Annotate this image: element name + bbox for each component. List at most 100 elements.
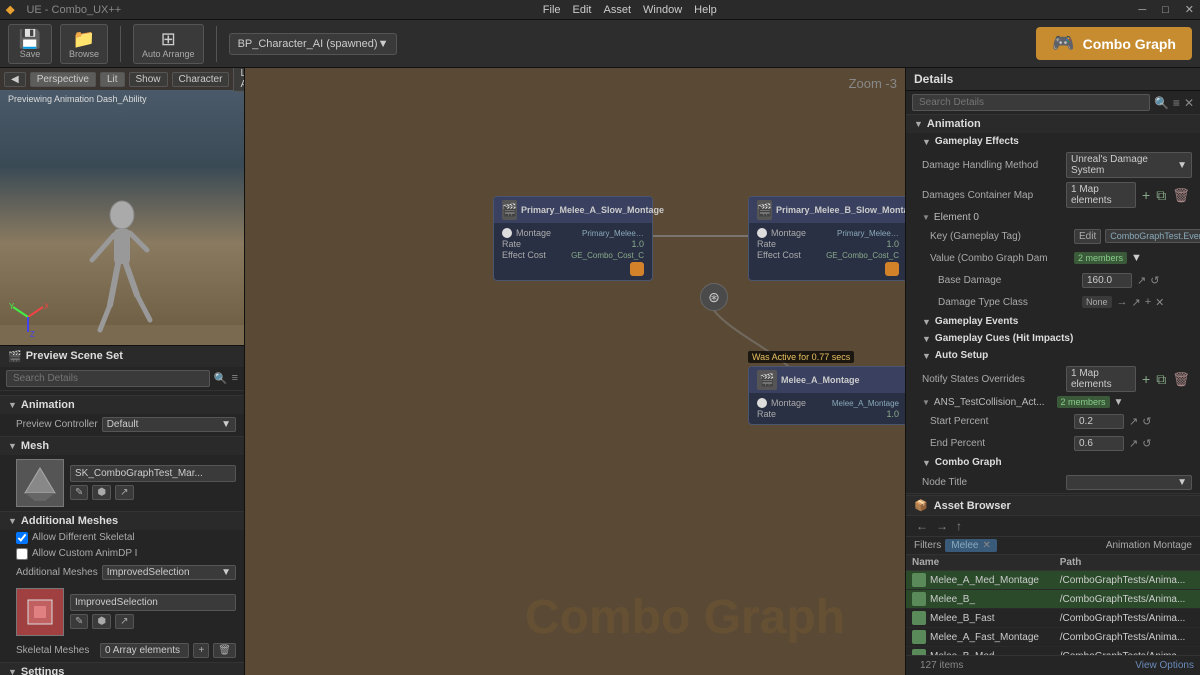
gameplay-cues-header[interactable]: Gameplay Cues (Hit Impacts) (906, 330, 1200, 347)
start-percent-row: Start Percent ↗ ↺ (906, 410, 1200, 432)
end-percent-arrow[interactable]: ↗ (1128, 436, 1139, 451)
auto-arrange-button[interactable]: ⊞ Auto Arrange (133, 24, 204, 64)
mesh-section-header[interactable]: Mesh (0, 436, 244, 455)
asset-row[interactable]: Melee_A_Med_Montage /ComboGraphTests/Ani… (906, 571, 1200, 590)
window-minimize[interactable]: ─ (1138, 4, 1146, 16)
viewport-back-btn[interactable]: ◀ (4, 72, 26, 87)
auto-setup-header[interactable]: Auto Setup (906, 347, 1200, 364)
node-primary-melee-b[interactable]: 🎬 Primary_Melee_B_Slow_Montage Montage P… (748, 196, 905, 281)
add-mesh-edit-btn[interactable]: ✎ (70, 614, 88, 629)
damages-del-btn[interactable]: 🗑 (1170, 187, 1192, 204)
base-damage-reset-icon[interactable]: ↺ (1149, 273, 1160, 288)
damage-type-add[interactable]: + (1144, 295, 1152, 309)
skeletal-meshes-add-btn[interactable]: + (193, 643, 209, 658)
base-damage-input[interactable] (1082, 273, 1132, 288)
view-options-btn[interactable]: View Options (1135, 660, 1194, 671)
node-title-value[interactable]: ▼ (1066, 475, 1192, 490)
breadcrumb-dropdown[interactable]: BP_Character_AI (spawned) ▼ (229, 33, 398, 55)
combo-graph-detail-header[interactable]: Combo Graph (906, 454, 1200, 471)
asset-type-label: Animation Montage (1106, 540, 1192, 551)
mesh-browse-btn[interactable]: ⬢ (92, 485, 111, 500)
add-mesh-open-btn[interactable]: ↗ (115, 614, 133, 629)
viewport-perspective-btn[interactable]: Perspective (30, 72, 96, 87)
asset-row[interactable]: Melee_B_Med /ComboGraphTests/Anima... (906, 647, 1200, 656)
asset-name-col[interactable]: Name (906, 555, 1054, 571)
menu-window[interactable]: Window (643, 4, 682, 16)
details-close-icon[interactable]: ✕ (1184, 96, 1194, 110)
node-primary-melee-a[interactable]: 🎬 Primary_Melee_A_Slow_Montage Montage P… (493, 196, 653, 281)
mesh-edit-btn[interactable]: ✎ (70, 485, 88, 500)
asset-back-btn[interactable]: ← (914, 519, 930, 533)
element0-header[interactable]: Element 0 (906, 210, 1200, 225)
allow-diff-skeleton-checkbox[interactable] (16, 532, 28, 544)
base-damage-arrow-icon[interactable]: ↗ (1136, 273, 1147, 288)
damage-type-value[interactable]: None (1082, 296, 1112, 308)
details-search-input[interactable] (912, 94, 1150, 111)
add-mesh-browse-btn[interactable]: ⬢ (92, 614, 111, 629)
filter-close-btn[interactable]: ✕ (982, 540, 990, 551)
animation-section-header[interactable]: Animation (0, 395, 244, 414)
combo-graph-button[interactable]: 🎮 Combo Graph (1036, 27, 1192, 60)
end-percent-reset[interactable]: ↺ (1141, 436, 1152, 451)
allow-custom-animdp-checkbox[interactable] (16, 548, 28, 560)
asset-path-col[interactable]: Path (1054, 555, 1200, 571)
viewport-lit-btn[interactable]: Lit (100, 72, 125, 87)
gameplay-events-header[interactable]: Gameplay Events (906, 313, 1200, 330)
canvas-area[interactable]: Zoom -3 Combo Graph 🎬 Primary_Melee_A_Sl… (245, 68, 905, 675)
left-search-input[interactable] (6, 370, 210, 387)
value-members-badge[interactable]: 2 members (1074, 252, 1127, 264)
end-percent-input[interactable] (1074, 436, 1124, 451)
asset-row[interactable]: Melee_B_Fast /ComboGraphTests/Anima... (906, 609, 1200, 628)
right-panel: Details 🔍 ≡ ✕ Animation Gameplay Effects… (905, 68, 1200, 675)
asset-up-btn[interactable]: ↑ (954, 519, 964, 533)
preview-title: Preview Scene Set (26, 350, 236, 362)
node1-title: Primary_Melee_A_Slow_Montage (521, 205, 664, 215)
save-button[interactable]: 💾 Save (8, 24, 52, 64)
damage-type-arrow2[interactable]: ↗ (1131, 295, 1142, 310)
left-settings-icon[interactable]: ≡ (232, 372, 238, 384)
asset-forward-btn[interactable]: → (934, 519, 950, 533)
browse-button[interactable]: 📁 Browse (60, 24, 108, 64)
browse-icon: 📁 (73, 29, 95, 49)
ans-element-header[interactable]: ANS_TestCollision_Act... 2 members ▼ (906, 394, 1200, 410)
additional-meshes-section-header[interactable]: Additional Meshes (0, 511, 244, 530)
gameplay-effects-header[interactable]: Gameplay Effects (906, 133, 1200, 150)
toolbar-divider-1 (120, 26, 121, 62)
menu-edit[interactable]: Edit (573, 4, 592, 16)
menu-asset[interactable]: Asset (604, 4, 632, 16)
mesh-open-btn[interactable]: ↗ (115, 485, 133, 500)
start-percent-arrow[interactable]: ↗ (1128, 414, 1139, 429)
animation-detail-header[interactable]: Animation (906, 115, 1200, 133)
asset-row[interactable]: Melee_A_Fast_Montage /ComboGraphTests/An… (906, 628, 1200, 647)
damage-handling-value[interactable]: Unreal's Damage System ▼ (1066, 152, 1192, 178)
menu-help[interactable]: Help (694, 4, 717, 16)
window-close[interactable]: ✕ (1185, 3, 1194, 16)
ans-expand-icon: ▼ (1114, 397, 1124, 408)
asset-icon (912, 573, 926, 587)
asset-row[interactable]: Melee_B_ /ComboGraphTests/Anima... (906, 590, 1200, 609)
start-percent-input[interactable] (1074, 414, 1124, 429)
node2-out-pin (885, 262, 899, 276)
viewport-lod-btn[interactable]: LOD Auto (233, 68, 245, 92)
key-value: ComboGraphTest.Event.Montage.Hit (1105, 229, 1200, 243)
preview-controller-dropdown[interactable]: Default ▼ (102, 417, 236, 432)
notify-add-btn[interactable]: + (1140, 371, 1152, 387)
key-edit-btn[interactable]: Edit (1074, 229, 1101, 244)
menu-file[interactable]: File (543, 4, 561, 16)
viewport-show-btn[interactable]: Show (129, 72, 168, 87)
node-melee-a[interactable]: 🎬 Melee_A_Montage Montage Melee_A_Montag… (748, 366, 905, 425)
settings-section-header[interactable]: Settings (0, 662, 244, 675)
damage-type-del[interactable]: ✕ (1154, 295, 1165, 310)
damages-copy-btn[interactable]: ⧉ (1154, 187, 1168, 204)
details-settings-icon[interactable]: ≡ (1173, 96, 1180, 110)
skeletal-meshes-del-btn[interactable]: 🗑 (213, 643, 236, 658)
ans-members-badge[interactable]: 2 members (1057, 396, 1110, 408)
viewport-character-btn[interactable]: Character (172, 72, 230, 87)
damage-type-arrow1[interactable]: → (1116, 295, 1129, 309)
notify-del-btn[interactable]: 🗑 (1170, 371, 1192, 388)
start-percent-reset[interactable]: ↺ (1141, 414, 1152, 429)
damages-add-btn[interactable]: + (1140, 187, 1152, 203)
notify-copy-btn[interactable]: ⧉ (1154, 371, 1168, 388)
additional-meshes-dropdown[interactable]: ImprovedSelection ▼ (102, 565, 236, 580)
window-maximize[interactable]: □ (1162, 4, 1169, 16)
